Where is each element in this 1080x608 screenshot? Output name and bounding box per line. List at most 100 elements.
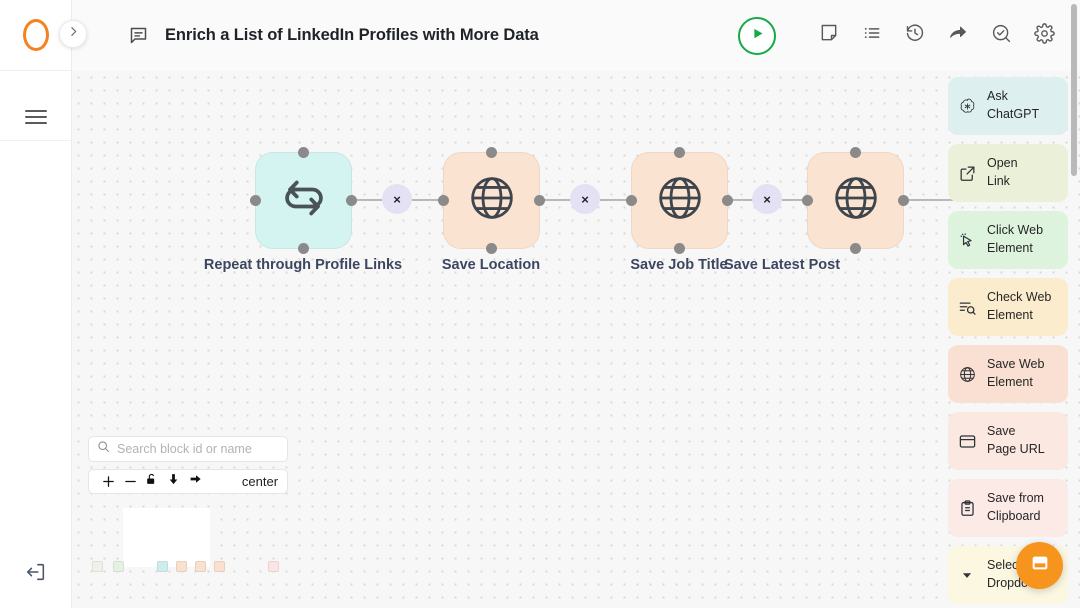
fit-horizontal-button[interactable]: [184, 471, 206, 493]
arrow-down-icon: [167, 472, 180, 491]
lock-toggle-button[interactable]: [141, 471, 163, 493]
logout-button[interactable]: [0, 561, 72, 588]
node-handle-right[interactable]: [346, 195, 357, 206]
history-button[interactable]: [903, 24, 927, 48]
palette-item-label: Save Web Element: [987, 357, 1045, 389]
globe-icon: [653, 171, 707, 230]
minimap-viewport[interactable]: [123, 508, 210, 567]
block-palette: Ask ChatGPT Open Link Click Web Element: [940, 71, 1080, 608]
canvas-control-bar: center: [88, 469, 288, 494]
minimap-node: [113, 561, 124, 572]
inspect-button[interactable]: [989, 24, 1013, 48]
browser-icon: [957, 432, 977, 451]
node-label: Save Job Title: [630, 257, 728, 273]
loop-icon: [275, 169, 333, 232]
minimap-node: [176, 561, 187, 572]
node-handle-top[interactable]: [298, 147, 309, 158]
minimap-node: [268, 561, 279, 572]
minimap-node: [214, 561, 225, 572]
list-button[interactable]: [860, 24, 884, 48]
zoom-out-button[interactable]: [120, 471, 142, 493]
brand-o-logo: [22, 19, 49, 51]
sidebar-expand-button[interactable]: [59, 20, 87, 48]
palette-item-label: Save Page URL: [987, 424, 1045, 456]
chat-support-button[interactable]: [1016, 542, 1063, 589]
node-label: Save Location: [441, 257, 541, 273]
workflow-builder-app: Enrich a List of LinkedIn Profiles with …: [0, 0, 1080, 608]
node-handle-right[interactable]: [534, 195, 545, 206]
node-handle-right[interactable]: [722, 195, 733, 206]
palette-item-click-web-element[interactable]: Click Web Element: [948, 211, 1068, 269]
palette-item-ask-chatgpt[interactable]: Ask ChatGPT: [948, 77, 1068, 135]
workflow-canvas[interactable]: Repeat through Profile Links Save Locati…: [72, 71, 1080, 608]
fit-vertical-button[interactable]: [163, 471, 185, 493]
node-handle-top[interactable]: [850, 147, 861, 158]
center-view-button[interactable]: center: [242, 474, 278, 489]
globe-icon: [829, 171, 883, 230]
page-title: Enrich a List of LinkedIn Profiles with …: [165, 26, 539, 44]
list-icon: [862, 23, 882, 48]
node-handle-top[interactable]: [674, 147, 685, 158]
minimap-node: [92, 561, 103, 572]
palette-item-check-web-element[interactable]: Check Web Element: [948, 278, 1068, 336]
notes-icon: [819, 23, 839, 48]
left-sidebar-rail: [0, 0, 72, 608]
canvas-minimap[interactable]: [88, 506, 288, 608]
palette-item-open-link[interactable]: Open Link: [948, 144, 1068, 202]
node-save-location[interactable]: [438, 147, 545, 254]
node-handle-top[interactable]: [486, 147, 497, 158]
search-block-box[interactable]: [88, 436, 288, 462]
node-label: Save Latest Post: [723, 257, 841, 273]
chevron-down-icon: [957, 568, 977, 582]
palette-item-label: Ask ChatGPT: [987, 89, 1040, 121]
node-handle-bottom[interactable]: [298, 243, 309, 254]
palette-item-label: Save from Clipboard: [987, 491, 1044, 523]
node-handle-left[interactable]: [802, 195, 813, 206]
logout-icon: [25, 561, 47, 588]
node-handle-bottom[interactable]: [486, 243, 497, 254]
node-save-job-title[interactable]: [626, 147, 733, 254]
palette-scrollbar[interactable]: [1071, 4, 1077, 176]
node-handle-bottom[interactable]: [674, 243, 685, 254]
chat-bubble-icon: [1029, 552, 1051, 579]
external-link-icon: [957, 164, 977, 183]
unlock-icon: [145, 472, 158, 491]
node-handle-left[interactable]: [250, 195, 261, 206]
arrow-right-icon: [189, 472, 202, 491]
canvas-controls: center: [88, 436, 288, 608]
chevron-right-icon: [67, 25, 80, 43]
edge-delete-button[interactable]: ×: [752, 184, 782, 214]
palette-item-save-web-element[interactable]: Save Web Element: [948, 345, 1068, 403]
run-workflow-button[interactable]: [738, 16, 776, 55]
edge-delete-button[interactable]: ×: [570, 184, 600, 214]
node-handle-left[interactable]: [626, 195, 637, 206]
node-repeat-through-profile-links[interactable]: [250, 147, 357, 254]
comment-icon[interactable]: [128, 25, 149, 46]
edge-delete-button[interactable]: ×: [382, 184, 412, 214]
minimap-node: [157, 561, 168, 572]
gear-icon: [1033, 22, 1055, 49]
palette-item-label: Open Link: [987, 156, 1018, 188]
inspect-icon: [991, 23, 1012, 49]
palette-item-save-page-url[interactable]: Save Page URL: [948, 412, 1068, 470]
node-handle-bottom[interactable]: [850, 243, 861, 254]
node-handle-left[interactable]: [438, 195, 449, 206]
sidebar-menu-button[interactable]: [0, 93, 71, 141]
app-header: Enrich a List of LinkedIn Profiles with …: [72, 0, 1080, 71]
cursor-click-icon: [957, 231, 977, 250]
search-icon: [97, 440, 110, 458]
node-handle-right[interactable]: [898, 195, 909, 206]
share-button[interactable]: [946, 24, 970, 48]
gear-button[interactable]: [1032, 22, 1056, 49]
search-input[interactable]: [117, 442, 279, 456]
header-actions: [738, 16, 1056, 55]
notes-button[interactable]: [817, 24, 841, 48]
play-icon: [750, 26, 765, 46]
minimap-node: [195, 561, 206, 572]
zoom-in-button[interactable]: [98, 471, 120, 493]
node-save-latest-post[interactable]: [802, 147, 909, 254]
node-label: Repeat through Profile Links: [203, 257, 403, 273]
check-element-icon: [957, 298, 977, 317]
openai-icon: [957, 97, 977, 116]
palette-item-save-from-clipboard[interactable]: Save from Clipboard: [948, 479, 1068, 537]
